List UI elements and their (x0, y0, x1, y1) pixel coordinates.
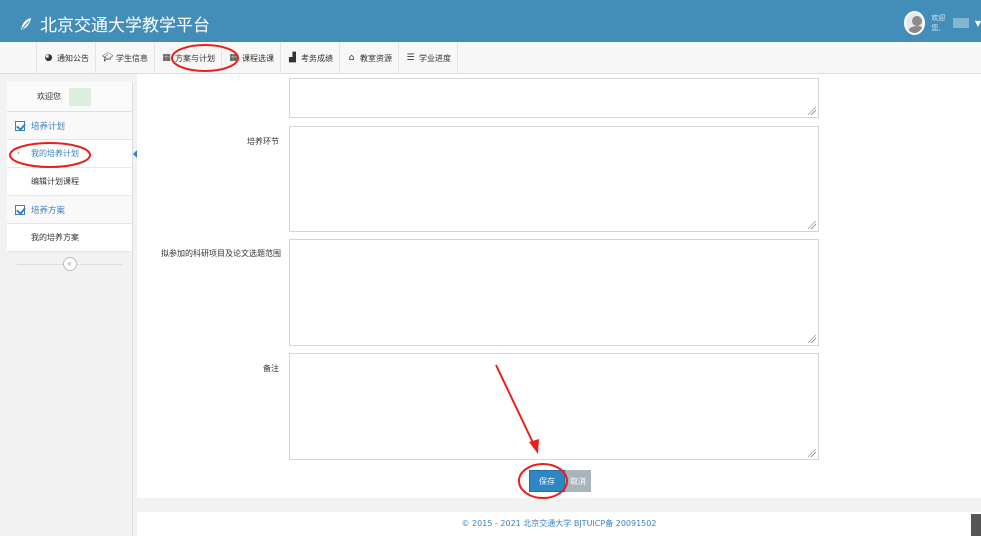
sidebar-welcome: 欢迎您 (7, 82, 132, 112)
nav-label: 学生信息 (116, 53, 148, 63)
welcome-text: 欢迎您 (37, 92, 61, 101)
nav-exams-grades[interactable]: ▟ 考务成绩 (281, 42, 340, 74)
textarea-training-stage[interactable] (289, 126, 819, 232)
collapse-icon[interactable]: « (62, 257, 77, 271)
resize-handle[interactable] (808, 221, 816, 229)
section-label: 培养方案 (31, 205, 66, 216)
app-title: 北京交通大学教学平台 (40, 16, 210, 36)
section-label: 培养计划 (31, 121, 66, 132)
sidebar-section-training-plan[interactable]: 培养计划 (7, 112, 132, 140)
nav-progress[interactable]: ☰ 学业进度 (399, 42, 458, 74)
save-button[interactable]: 保存 (529, 470, 565, 492)
nav-label: 课程选课 (242, 53, 274, 63)
caret-down-icon[interactable]: ▼ (975, 19, 981, 28)
sidebar-item-my-training-plan[interactable]: › 我的培养计划 (7, 140, 141, 168)
nav-classrooms[interactable]: ⌂ 教室资源 (340, 42, 399, 74)
sidebar-item-label: 我的培养方案 (31, 233, 79, 242)
nav-label: 方案与计划 (175, 53, 215, 63)
checkbox-icon (15, 120, 25, 131)
resize-handle[interactable] (808, 449, 816, 457)
sidebar: 欢迎您 培养计划 › 我的培养计划 编辑计划课程 培养方案 我的培养方案 « (7, 82, 141, 536)
textarea-previous[interactable] (289, 78, 819, 118)
nav-label: 学业进度 (419, 53, 451, 63)
main-content: 培养环节 拟参加的科研项目及论文选题范围 备注 保存 取消 (137, 74, 981, 498)
label-research-scope: 拟参加的科研项目及论文选题范围 (161, 249, 281, 258)
nav-label: 通知公告 (57, 53, 89, 63)
textarea-research-scope[interactable] (289, 239, 819, 346)
resize-handle[interactable] (808, 335, 816, 343)
label-training-stage: 培养环节 (247, 137, 279, 146)
nav-notices[interactable]: ◕ 通知公告 (36, 42, 96, 74)
textarea-remarks[interactable] (289, 353, 819, 460)
nav-label: 考务成绩 (301, 53, 333, 63)
graduation-cap-icon: 🎓︎ (102, 53, 114, 63)
bar-chart-icon: ▟ (289, 53, 296, 63)
sidebar-section-training-scheme[interactable]: 培养方案 (7, 196, 132, 224)
cancel-button[interactable]: 取消 (565, 470, 591, 492)
chevron-right-icon: › (17, 149, 20, 157)
nav-label: 教室资源 (360, 53, 392, 63)
leaf-icon (21, 17, 31, 30)
top-bar: 北京交通大学教学平台 欢迎您, ▼ (0, 0, 981, 42)
scroll-to-top-button[interactable] (971, 514, 981, 536)
sidebar-item-my-training-scheme[interactable]: 我的培养方案 (7, 224, 132, 252)
checkbox-icon (15, 204, 25, 215)
list-icon: ☰ (406, 53, 415, 63)
user-menu[interactable]: 欢迎您, ▼ (896, 8, 981, 38)
user-greeting: 欢迎您, (931, 14, 946, 32)
avatar[interactable] (904, 11, 926, 35)
resize-handle[interactable] (808, 107, 816, 115)
footer: © 2015 - 2021 北京交通大学 BJTUICP备 20091502 (137, 512, 981, 536)
user-name-redacted (953, 18, 969, 28)
building-icon: ⌂ (348, 53, 355, 63)
sidebar-item-edit-plan-courses[interactable]: 编辑计划课程 (7, 168, 132, 196)
sidebar-item-label: 我的培养计划 (31, 149, 79, 158)
main-nav: ◕ 通知公告 🎓︎ 学生信息 ▦ 方案与计划 ▦ 课程选课 ▟ 考务成绩 ⌂ 教… (0, 42, 981, 74)
calendar-grid-icon: ▦ (229, 53, 238, 63)
user-name-redacted (69, 87, 91, 106)
nav-course-selection[interactable]: ▦ 课程选课 (222, 42, 281, 74)
brand[interactable]: 北京交通大学教学平台 (20, 11, 210, 36)
label-remarks: 备注 (263, 364, 279, 373)
globe-icon: ◕ (44, 53, 53, 63)
calendar-icon: ▦ (162, 53, 171, 63)
nav-student-info[interactable]: 🎓︎ 学生信息 (96, 42, 155, 74)
nav-plans[interactable]: ▦ 方案与计划 (155, 42, 222, 74)
sidebar-collapse-row: « (7, 252, 132, 276)
sidebar-item-label: 编辑计划课程 (31, 177, 79, 186)
